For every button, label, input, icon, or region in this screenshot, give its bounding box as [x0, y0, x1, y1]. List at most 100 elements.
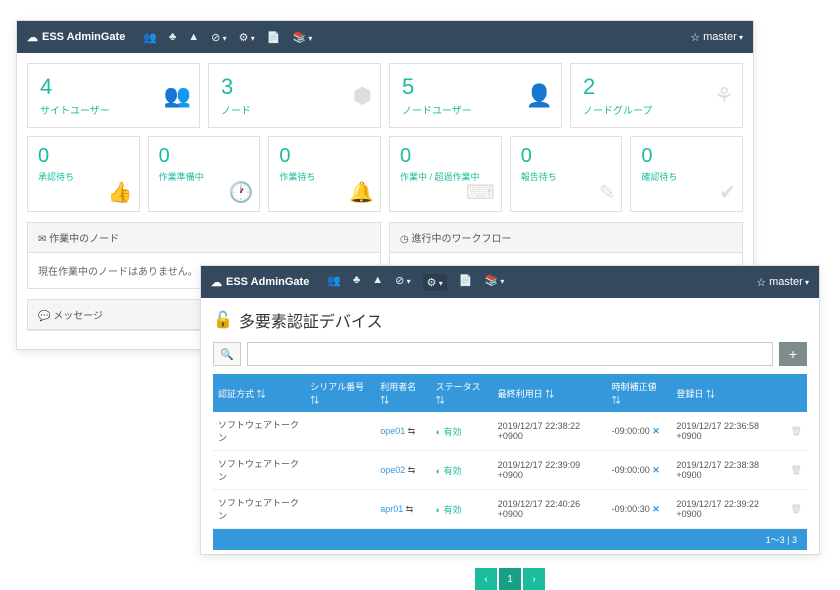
gear-icon[interactable]: ⚙ [423, 274, 447, 291]
cell-last: 2019/12/17 22:40:26 +0900 [493, 490, 607, 529]
col-header[interactable]: シリアル番号 ⇅ [305, 374, 375, 412]
cell-status: ◐ 有効 [431, 490, 493, 529]
mfa-table: 認証方式 ⇅シリアル番号 ⇅利用者名 ⇅ステータス ⇅最終利用日 ⇅時制補正値 … [213, 374, 807, 529]
card-confirm[interactable]: 0確認待ち✔ [630, 136, 743, 212]
gear-icon[interactable]: ⚙ [239, 31, 255, 44]
next-page-button[interactable]: › [523, 568, 545, 590]
thumbs-up-icon: 👍 [108, 180, 133, 205]
dropdown-1-icon[interactable]: ⊘ [395, 274, 410, 291]
user-menu[interactable]: master [703, 31, 743, 43]
card-nodes[interactable]: 3ノード⬢ [208, 63, 381, 128]
users-icon[interactable]: 👥 [327, 274, 341, 291]
nav-icons: 👥 ♣ ▲ ⊘ ⚙ 📄 📚 [143, 31, 312, 44]
cell-del: 🗑 [786, 451, 808, 490]
keyboard-icon: ⌨ [466, 180, 495, 205]
cell-user: apr01 ⇆ [375, 490, 430, 529]
nav-right[interactable]: ☆ master [690, 31, 743, 44]
search-button[interactable]: 🔍 [213, 342, 241, 366]
panel-header: ◷ 進行中のワークフロー [390, 223, 742, 253]
cell-del: 🗑 [786, 490, 808, 529]
check-icon: ✔ [719, 180, 736, 205]
cell-user: ope01 ⇆ [375, 412, 430, 451]
brand-text: ESS AdminGate [226, 276, 309, 288]
card-approval[interactable]: 0承認待ち👍 [27, 136, 140, 212]
trash-icon[interactable]: 🗑 [791, 504, 802, 514]
page-title: 🔓 多要素認証デバイス [201, 298, 819, 342]
cell-serial [305, 490, 375, 529]
cell-tz: -09:00:30 ✕ [607, 490, 672, 529]
trash-icon[interactable]: 🗑 [791, 426, 802, 436]
nav-icons: 👥 ♣ ▲ ⊘ ⚙ 📄 📚 [327, 274, 504, 291]
card-node-groups[interactable]: 2ノードグループ⚘ [570, 63, 743, 128]
book-icon[interactable]: 📚 [292, 31, 312, 44]
cell-del: 🗑 [786, 412, 808, 451]
col-header[interactable]: ステータス ⇅ [431, 374, 493, 412]
col-header[interactable]: 登録日 ⇅ [671, 374, 785, 412]
pencil-icon: ✎ [599, 180, 616, 205]
cell-status: ◐ 有効 [431, 451, 493, 490]
mfa-window: ☁ ESS AdminGate 👥 ♣ ▲ ⊘ ⚙ 📄 📚 ☆ master 🔓… [200, 265, 820, 555]
add-button[interactable]: + [779, 342, 807, 366]
cubes-icon: ⬢ [353, 83, 372, 109]
brand: ☁ ESS AdminGate [27, 31, 125, 44]
cell-last: 2019/12/17 22:38:22 +0900 [493, 412, 607, 451]
col-header[interactable]: 時制補正値 ⇅ [607, 374, 672, 412]
table-row: ソフトウェアトークンope02 ⇆◐ 有効2019/12/17 22:39:09… [213, 451, 807, 490]
cell-serial [305, 451, 375, 490]
card-node-users[interactable]: 5ノードユーザー👤 [389, 63, 562, 128]
cell-status: ◐ 有効 [431, 412, 493, 451]
top-cards: 4サイトユーザー👥 3ノード⬢ 5ノードユーザー👤 2ノードグループ⚘ [17, 53, 753, 128]
search-input[interactable] [247, 342, 773, 366]
dropdown-1-icon[interactable]: ⊘ [211, 31, 226, 44]
sitemap-icon[interactable]: ♣ [353, 274, 360, 291]
table-row: ソフトウェアトークン ope01 ⇆◐ 有効2019/12/17 22:38:22… [213, 412, 807, 451]
remove-icon[interactable]: ✕ [652, 504, 660, 514]
clock-icon: 🕐 [228, 180, 253, 205]
users-icon[interactable]: 👥 [143, 31, 157, 44]
cell-serial [305, 412, 375, 451]
file-icon[interactable]: 📄 [267, 31, 281, 44]
prev-page-button[interactable]: ‹ [475, 568, 497, 590]
navbar: ☁ ESS AdminGate 👥 ♣ ▲ ⊘ ⚙ 📄 📚 ☆ master [17, 21, 753, 53]
user-menu[interactable]: master [769, 276, 809, 288]
card-report[interactable]: 0報告待ち✎ [510, 136, 623, 212]
nav-right[interactable]: ☆ master [756, 276, 809, 289]
trash-icon[interactable]: 🗑 [791, 465, 802, 475]
book-icon[interactable]: 📚 [484, 274, 504, 291]
tree-icon: ⚘ [714, 83, 734, 109]
cell-last: 2019/12/17 22:39:09 +0900 [493, 451, 607, 490]
unlock-icon: 🔓 [213, 310, 233, 330]
sitemap-icon[interactable]: ♣ [169, 31, 176, 44]
col-header[interactable]: 認証方式 ⇅ [213, 374, 305, 412]
cell-reg: 2019/12/17 22:39:22 +0900 [671, 490, 785, 529]
remove-icon[interactable]: ✕ [652, 465, 660, 475]
status-cards: 0承認待ち👍 0作業準備中🕐 0作業待ち🔔 0作業中 / 超過作業中⌨ 0報告待… [17, 128, 753, 212]
count-text: 1～3 | 3 [213, 529, 807, 550]
col-header[interactable]: 最終利用日 ⇅ [493, 374, 607, 412]
card-preparing[interactable]: 0作業準備中🕐 [148, 136, 261, 212]
cell-tz: -09:00:00 ✕ [607, 451, 672, 490]
col-header[interactable]: 利用者名 ⇅ [375, 374, 430, 412]
cell-method: ソフトウェアトークン [213, 451, 305, 490]
panel-header: ✉ 作業中のノード [28, 223, 380, 253]
file-icon[interactable]: 📄 [459, 274, 473, 291]
user-link[interactable]: ope01 [380, 426, 405, 436]
brand: ☁ ESS AdminGate [211, 276, 309, 289]
brand-text: ESS AdminGate [42, 31, 125, 43]
cell-reg: 2019/12/17 22:38:38 +0900 [671, 451, 785, 490]
card-working[interactable]: 0作業中 / 超過作業中⌨ [389, 136, 502, 212]
page-1-button[interactable]: 1 [499, 568, 521, 590]
user-link[interactable]: apr01 [380, 504, 403, 514]
org-icon[interactable]: ▲ [372, 274, 383, 291]
person-icon: 👤 [526, 83, 553, 109]
navbar: ☁ ESS AdminGate 👥 ♣ ▲ ⊘ ⚙ 📄 📚 ☆ master [201, 266, 819, 298]
bell-icon: 🔔 [349, 180, 374, 205]
cell-method: ソフトウェアトークン [213, 412, 305, 451]
card-site-users[interactable]: 4サイトユーザー👥 [27, 63, 200, 128]
pager: ‹ 1 › [201, 568, 819, 590]
remove-icon[interactable]: ✕ [652, 426, 660, 436]
org-icon[interactable]: ▲ [188, 31, 199, 44]
user-link[interactable]: ope02 [380, 465, 405, 475]
card-waiting[interactable]: 0作業待ち🔔 [268, 136, 381, 212]
cell-reg: 2019/12/17 22:36:58 +0900 [671, 412, 785, 451]
